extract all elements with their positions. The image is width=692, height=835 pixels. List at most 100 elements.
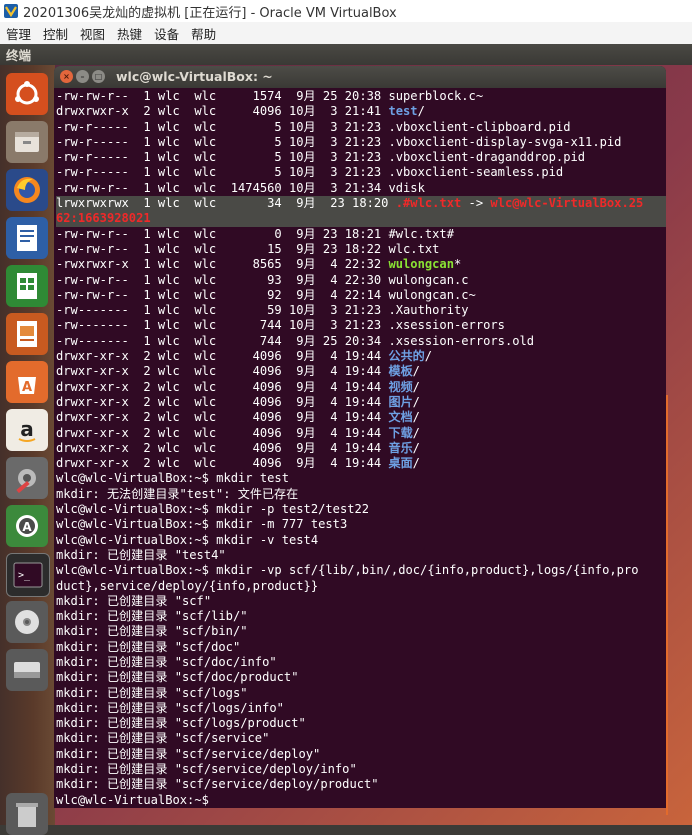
ls-meta: drwxr-xr-x 2 wlc wlc 4096 9月 4 19:44 [56, 349, 389, 364]
menu-view[interactable]: 视图 [80, 24, 105, 43]
ls-suffix: / [412, 410, 420, 425]
ls-meta: -rw-rw-r-- 1 wlc wlc 1474560 10月 3 21:34 [56, 180, 389, 195]
ls-filename: .vboxclient-display-svga-x11.pid [388, 134, 622, 149]
prompt-line: wlc@wlc-VirtualBox:~$ mkdir -m 777 test3 [56, 517, 348, 532]
ls-filename: wulongcan [388, 257, 454, 272]
menu-manage[interactable]: 管理 [6, 24, 31, 43]
menu-control[interactable]: 控制 [43, 24, 68, 43]
close-icon[interactable]: × [60, 70, 73, 83]
minimize-icon[interactable]: – [76, 70, 89, 83]
prompt-line: wlc@wlc-VirtualBox:~$ mkdir -vp scf/{lib… [56, 563, 639, 578]
ls-filename: .vboxclient-seamless.pid [388, 165, 564, 180]
files-icon[interactable] [6, 121, 48, 163]
ls-row: drwxr-xr-x 2 wlc wlc 4096 9月 4 19:44 桌面/ [56, 456, 666, 471]
ls-filename: 音乐 [388, 440, 413, 455]
output-line: mkdir: 已创建目录 "scf/doc" [56, 639, 241, 654]
virtualbox-icon [4, 4, 18, 18]
output-line: mkdir: 已创建目录 "test4" [56, 547, 226, 562]
ls-row: drwxr-xr-x 2 wlc wlc 4096 9月 4 19:44 公共的… [56, 349, 666, 364]
vbox-window-title: 20201306吴龙灿的虚拟机 [正在运行] - Oracle VM Virtu… [23, 5, 397, 21]
trash-icon[interactable] [6, 793, 48, 835]
ls-filename: wlc.txt [388, 241, 440, 256]
symlink-target-cont: 62:1663928021 [56, 211, 151, 226]
software-updater-icon[interactable]: A [6, 505, 48, 547]
terminal-output[interactable]: -rw-rw-r-- 1 wlc wlc 1574 9月 25 20:38 su… [56, 89, 666, 808]
ls-filename: .vboxclient-clipboard.pid [388, 119, 571, 134]
ls-filename: vdisk [388, 180, 425, 195]
output-line: mkdir: 已创建目录 "scf" [56, 593, 212, 608]
ls-meta: -rw-rw-r-- 1 wlc wlc 93 9月 4 22:30 [56, 272, 389, 287]
ls-row: -rw------- 1 wlc wlc 744 9月 25 20:34 .xs… [56, 334, 666, 349]
maximize-icon[interactable]: □ [92, 70, 105, 83]
ls-row: drwxr-xr-x 2 wlc wlc 4096 9月 4 19:44 文档/ [56, 410, 666, 425]
ls-meta: -rw------- 1 wlc wlc 744 9月 25 20:34 [56, 333, 389, 348]
output-line: mkdir: 无法创建目录"test": 文件已存在 [56, 486, 299, 501]
ls-row: drwxr-xr-x 2 wlc wlc 4096 9月 4 19:44 视频/ [56, 380, 666, 395]
ls-filename: .xsession-errors [388, 318, 505, 333]
ls-meta: -rw-rw-r-- 1 wlc wlc 92 9月 4 22:14 [56, 287, 389, 302]
output-line: mkdir: 已创建目录 "scf/service/deploy" [56, 746, 321, 761]
ls-filename: 桌面 [388, 456, 413, 471]
ls-row: -rw------- 1 wlc wlc 744 10月 3 21:23 .xs… [56, 318, 666, 333]
svg-text:A: A [22, 520, 32, 534]
terminal-titlebar: × – □ wlc@wlc-VirtualBox: ~ [54, 66, 666, 88]
ls-meta: drwxr-xr-x 2 wlc wlc 4096 9月 4 19:44 [56, 364, 389, 379]
ls-suffix: / [424, 349, 433, 364]
ls-row: drwxrwxr-x 2 wlc wlc 4096 10月 3 21:41 te… [56, 104, 666, 119]
ls-row: drwxr-xr-x 2 wlc wlc 4096 9月 4 19:44 音乐/ [56, 441, 666, 456]
ubuntu-top-panel: 终端 [0, 44, 692, 65]
writer-icon[interactable] [6, 217, 48, 259]
ls-filename: 下载 [388, 425, 413, 440]
svg-text:A: A [22, 380, 32, 395]
software-center-icon[interactable]: A [6, 361, 48, 403]
ubuntu-dash-icon[interactable] [6, 73, 48, 115]
ls-filename: 公共的 [388, 349, 425, 364]
prompt-line: wlc@wlc-VirtualBox:~$ [56, 792, 217, 807]
ls-row: -rw------- 1 wlc wlc 59 10月 3 21:23 .Xau… [56, 303, 666, 318]
output-line: mkdir: 已创建目录 "scf/service/deploy/info" [56, 762, 357, 777]
ls-meta: -rw-r----- 1 wlc wlc 5 10月 3 21:23 [56, 165, 389, 180]
menu-help[interactable]: 帮助 [191, 24, 216, 43]
firefox-icon[interactable] [6, 169, 48, 211]
ls-meta: -rw-r----- 1 wlc wlc 5 10月 3 21:23 [56, 134, 389, 149]
ls-meta: lrwxrwxrwx 1 wlc wlc 34 9月 23 18:20 [56, 196, 396, 211]
ls-row: -rw-rw-r-- 1 wlc wlc 0 9月 23 18:21 #wlc.… [56, 227, 666, 242]
ls-row: -rw-rw-r-- 1 wlc wlc 92 9月 4 22:14 wulon… [56, 288, 666, 303]
ls-meta: -rw-r----- 1 wlc wlc 5 10月 3 21:23 [56, 119, 389, 134]
ls-filename: #wlc.txt# [388, 226, 454, 241]
ls-filename: .vboxclient-draganddrop.pid [388, 150, 586, 165]
drive-icon[interactable] [6, 649, 48, 691]
calc-icon[interactable] [6, 265, 48, 307]
ls-meta: drwxrwxr-x 2 wlc wlc 4096 10月 3 21:41 [56, 104, 389, 119]
terminal-title: wlc@wlc-VirtualBox: ~ [116, 69, 273, 84]
prompt-line: wlc@wlc-VirtualBox:~$ mkdir -v test4 [56, 532, 319, 547]
ls-row: -rw-rw-r-- 1 wlc wlc 93 9月 4 22:30 wulon… [56, 273, 666, 288]
output-line: mkdir: 已创建目录 "scf/logs/info" [56, 700, 284, 715]
output-line: mkdir: 已创建目录 "scf/doc/product" [56, 670, 299, 685]
ls-row: -rw-r----- 1 wlc wlc 5 10月 3 21:23 .vbox… [56, 135, 666, 150]
ls-filename: test [388, 104, 418, 119]
amazon-icon[interactable]: a [6, 409, 48, 451]
system-settings-icon[interactable] [6, 457, 48, 499]
ls-row: -rw-r----- 1 wlc wlc 5 10月 3 21:23 .vbox… [56, 165, 666, 180]
terminal-icon[interactable]: >_ [6, 553, 50, 597]
ls-meta: -rw-r----- 1 wlc wlc 5 10月 3 21:23 [56, 150, 389, 165]
menu-hotkeys[interactable]: 热键 [117, 24, 142, 43]
ls-filename: .xsession-errors.old [388, 333, 535, 348]
ls-meta: -rw-rw-r-- 1 wlc wlc 1574 9月 25 20:38 [56, 89, 389, 103]
dvd-icon[interactable] [6, 601, 48, 643]
ls-meta: -rw------- 1 wlc wlc 59 10月 3 21:23 [56, 303, 389, 318]
ls-meta: -rw-rw-r-- 1 wlc wlc 15 9月 23 18:22 [56, 241, 389, 256]
ls-suffix: / [417, 104, 425, 119]
ls-filename: 模板 [388, 364, 413, 379]
ls-row: -rw-r----- 1 wlc wlc 5 10月 3 21:23 .vbox… [56, 120, 666, 135]
output-line: mkdir: 已创建目录 "scf/logs" [56, 685, 248, 700]
menu-devices[interactable]: 设备 [154, 24, 179, 43]
ls-meta: drwxr-xr-x 2 wlc wlc 4096 9月 4 19:44 [56, 425, 389, 440]
impress-icon[interactable] [6, 313, 48, 355]
ls-row-symlink: lrwxrwxrwx 1 wlc wlc 34 9月 23 18:20 .#wl… [56, 196, 666, 212]
ls-meta: drwxr-xr-x 2 wlc wlc 4096 9月 4 19:44 [56, 440, 389, 455]
ls-suffix: * [454, 257, 462, 272]
ls-filename: 图片 [388, 394, 413, 409]
ls-row: drwxr-xr-x 2 wlc wlc 4096 9月 4 19:44 模板/ [56, 364, 666, 379]
